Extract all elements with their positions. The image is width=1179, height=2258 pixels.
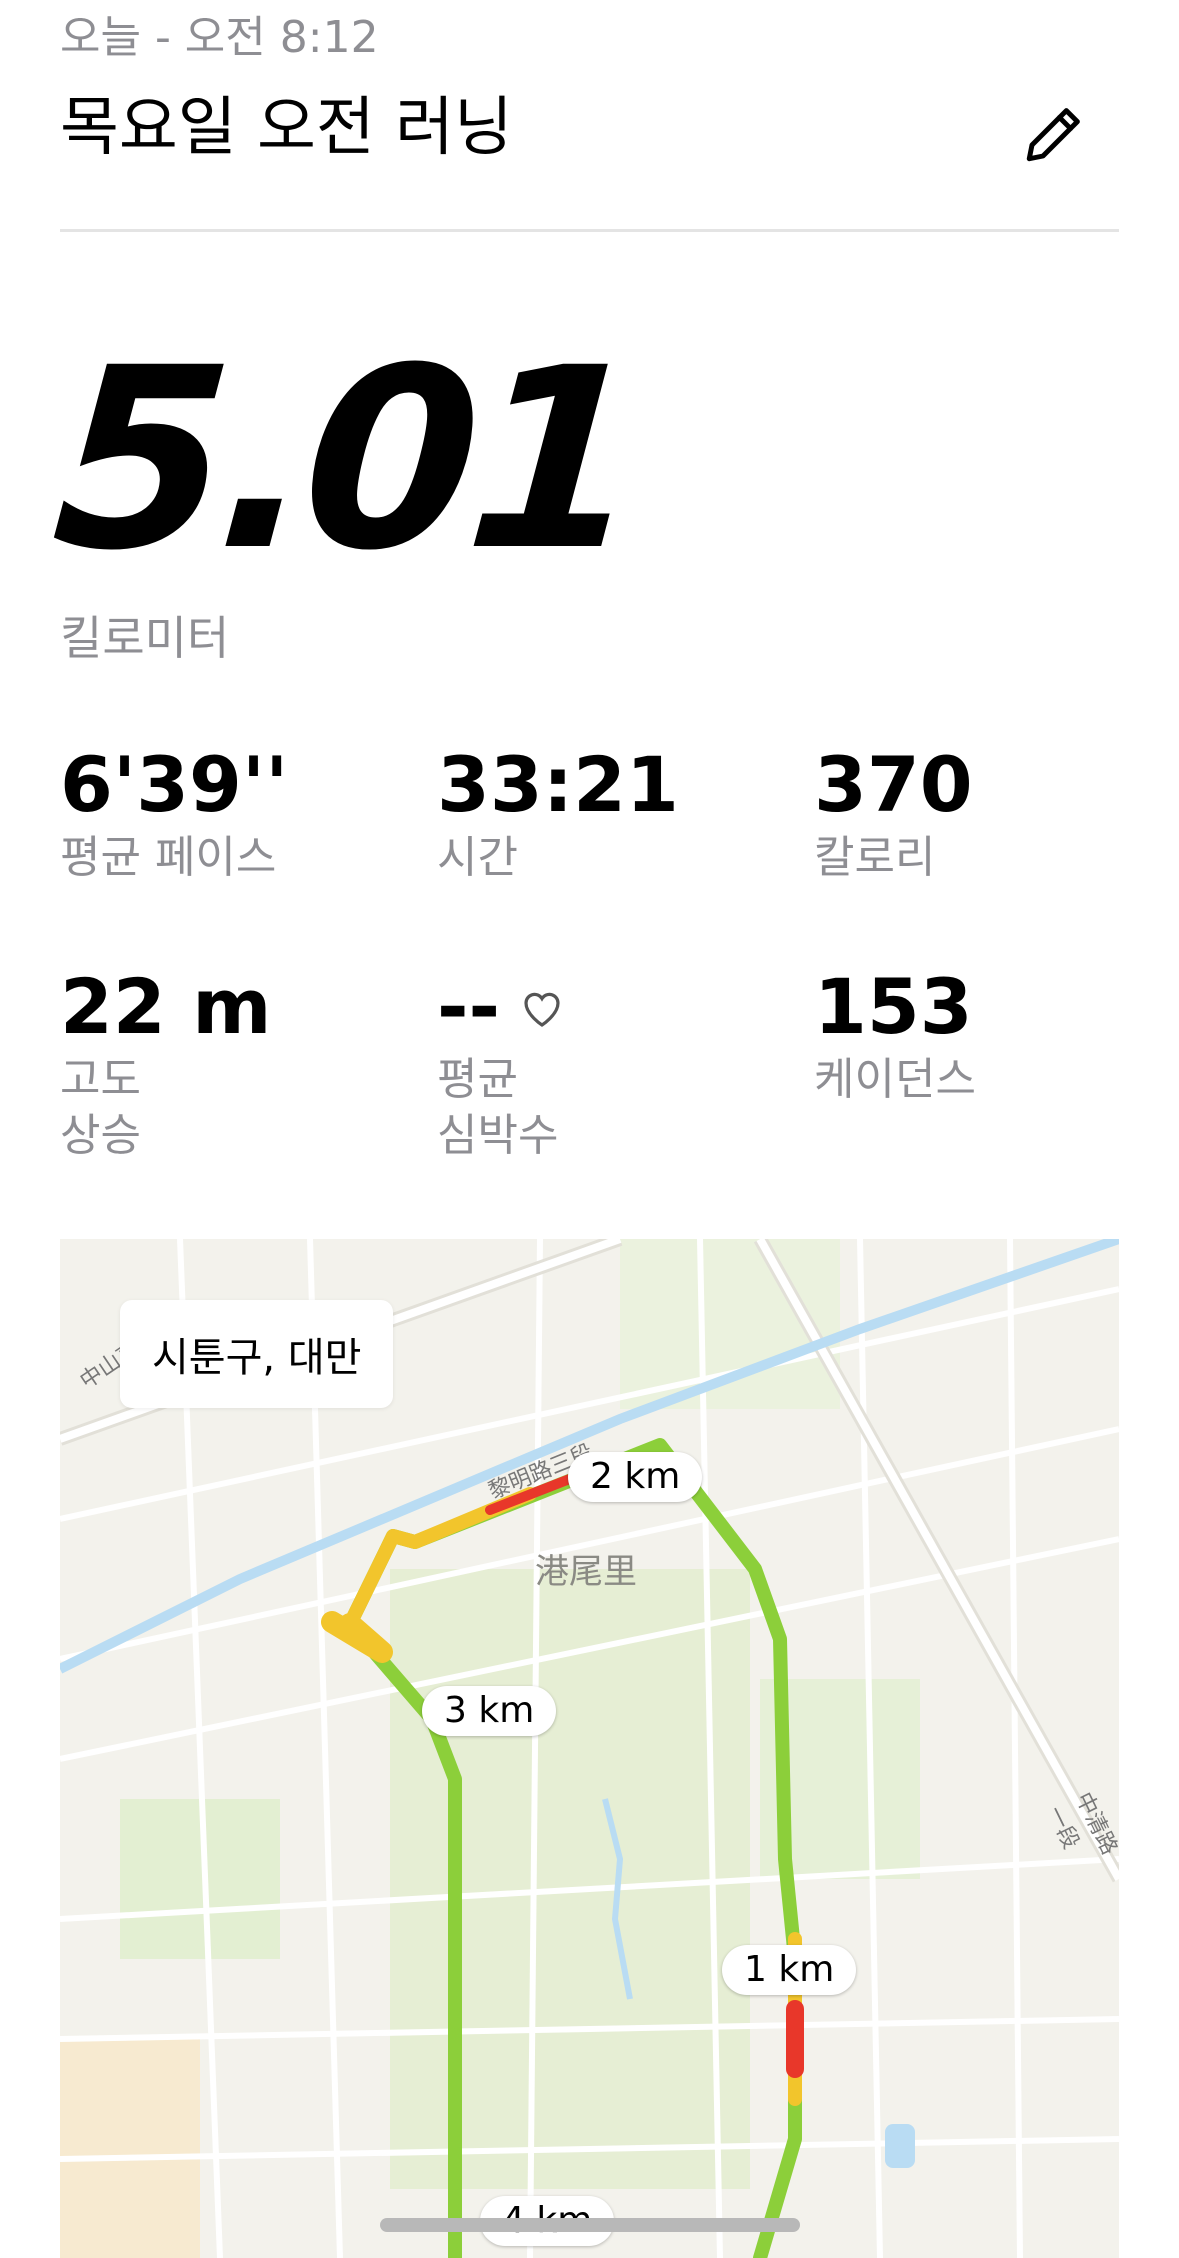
km-marker-3: 3 km (422, 1686, 557, 1736)
activity-datetime: 오늘 - 오전 8:12 (60, 12, 379, 63)
activity-title: 목요일 오전 러닝 (60, 91, 513, 165)
stat-value: -- (437, 962, 501, 1051)
header-divider (60, 229, 1119, 232)
stat-value: 153 (814, 962, 973, 1051)
stat-label-line1: 고도 (60, 1054, 141, 1105)
stat-cadence: 153 케이던스 (814, 962, 1154, 1108)
stat-elevation-gain: 22 m 고도 상승 (60, 962, 400, 1164)
km-marker-1: 1 km (722, 1945, 857, 1995)
stat-value: 33:21 (437, 740, 679, 829)
km-marker-2: 2 km (568, 1452, 703, 1502)
stat-calories: 370 칼로리 (814, 740, 1154, 886)
home-indicator[interactable] (380, 2218, 800, 2232)
stat-label-line2: 상승 (60, 1110, 141, 1161)
edit-button[interactable] (1016, 96, 1092, 172)
stat-label-line2: 심박수 (437, 1110, 559, 1161)
stat-avg-heart-rate: -- 평균 심박수 (437, 962, 777, 1164)
distance-value: 5.01 (45, 314, 644, 605)
stat-avg-pace: 6'39'' 평균 페이스 (60, 740, 400, 886)
stat-label: 케이던스 (814, 1054, 976, 1105)
stat-value: 22 m (60, 962, 272, 1051)
stat-value: 370 (814, 740, 973, 829)
stat-label: 평균 페이스 (60, 832, 277, 883)
distance-unit: 킬로미터 (60, 611, 230, 665)
place-label: 港尾里 (535, 1552, 637, 1592)
map-location-label: 시툰구, 대만 (120, 1300, 394, 1408)
stat-label: 시간 (437, 832, 518, 883)
stat-value: 6'39'' (60, 740, 289, 829)
stat-label: 칼로리 (814, 832, 936, 883)
stat-time: 33:21 시간 (437, 740, 777, 886)
heart-outline-icon (524, 992, 560, 1027)
stat-value-row: -- (437, 962, 777, 1052)
pencil-icon (1026, 108, 1080, 162)
stat-label-line1: 평균 (437, 1054, 518, 1105)
